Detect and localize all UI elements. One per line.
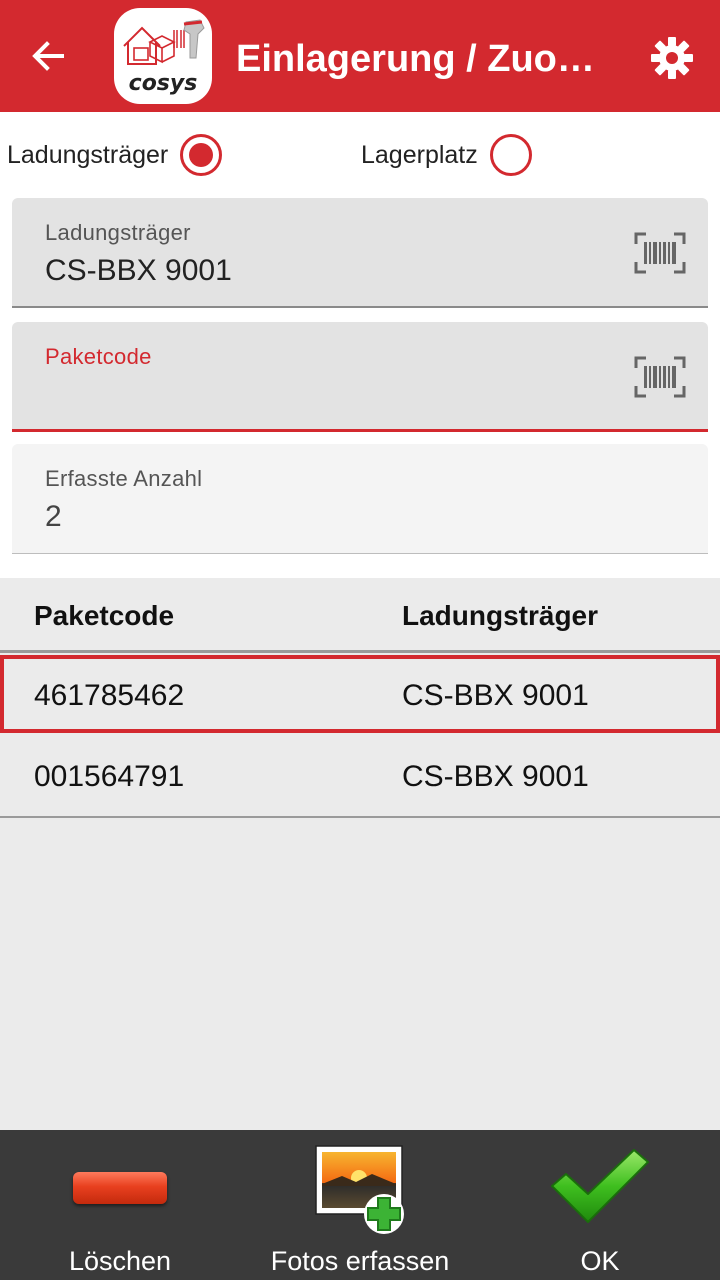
carrier-field-label: Ladungsträger (45, 220, 191, 245)
table-row[interactable]: 001564791 CS-BBX 9001 (0, 736, 720, 818)
package-code-field[interactable]: Paketcode (12, 322, 708, 432)
header-divider (0, 650, 720, 653)
delete-button[interactable]: Löschen (0, 1130, 240, 1280)
checkmark-icon (551, 1149, 649, 1223)
back-button[interactable] (22, 30, 74, 82)
radio-label-carrier: Ladungsträger (7, 140, 169, 169)
arrow-left-icon (32, 41, 64, 71)
package-code-label: Paketcode (45, 344, 152, 369)
count-field-value: 2 (45, 500, 62, 533)
settings-button[interactable] (646, 32, 698, 84)
radio-option-carrier[interactable]: Ladungsträger (7, 130, 223, 180)
carrier-field[interactable]: Ladungsträger CS-BBX 9001 (12, 198, 708, 308)
radio-button-location[interactable] (489, 134, 532, 176)
add-photo-icon (315, 1145, 404, 1234)
cell-package-code: 461785462 (34, 679, 185, 712)
cell-package-code: 001564791 (34, 760, 185, 793)
minus-icon (73, 1172, 167, 1204)
cosys-logo-icon: cosys (123, 19, 205, 96)
app-logo: cosys (114, 8, 212, 104)
carrier-field-value[interactable]: CS-BBX 9001 (45, 254, 232, 288)
cell-carrier: CS-BBX 9001 (402, 760, 589, 793)
cell-carrier: CS-BBX 9001 (402, 679, 589, 712)
count-field-label: Erfasste Anzahl (45, 466, 203, 491)
page-title: Einlagerung / Zuor… (236, 38, 602, 80)
app-bar: cosys Einlagerung / Zuor… (0, 0, 720, 112)
column-header-carrier: Ladungsträger (402, 600, 599, 631)
capture-photos-label: Fotos erfassen (270, 1246, 450, 1276)
radio-option-location[interactable]: Lagerplatz (361, 130, 532, 180)
bottom-action-bar: Löschen Fotos erfassen OK (0, 1130, 720, 1280)
table-row-selected[interactable]: 461785462 CS-BBX 9001 (0, 655, 720, 733)
column-header-package-code: Paketcode (34, 600, 175, 631)
count-field: Erfasste Anzahl 2 (12, 444, 708, 554)
delete-button-label: Löschen (68, 1246, 172, 1276)
barcode-scan-icon[interactable] (634, 356, 686, 398)
capture-photos-button[interactable]: Fotos erfassen (240, 1130, 480, 1280)
package-list: Paketcode Ladungsträger 461785462 CS-BBX… (0, 578, 720, 1130)
gear-icon (651, 37, 693, 79)
radio-label-location: Lagerplatz (361, 140, 478, 169)
barcode-scan-icon[interactable] (634, 232, 686, 274)
table-header: Paketcode Ladungsträger (0, 578, 720, 652)
radio-button-carrier-selected[interactable] (180, 134, 223, 176)
svg-text:cosys: cosys (129, 71, 198, 96)
ok-button-label: OK (580, 1246, 620, 1276)
ok-button[interactable]: OK (480, 1130, 720, 1280)
